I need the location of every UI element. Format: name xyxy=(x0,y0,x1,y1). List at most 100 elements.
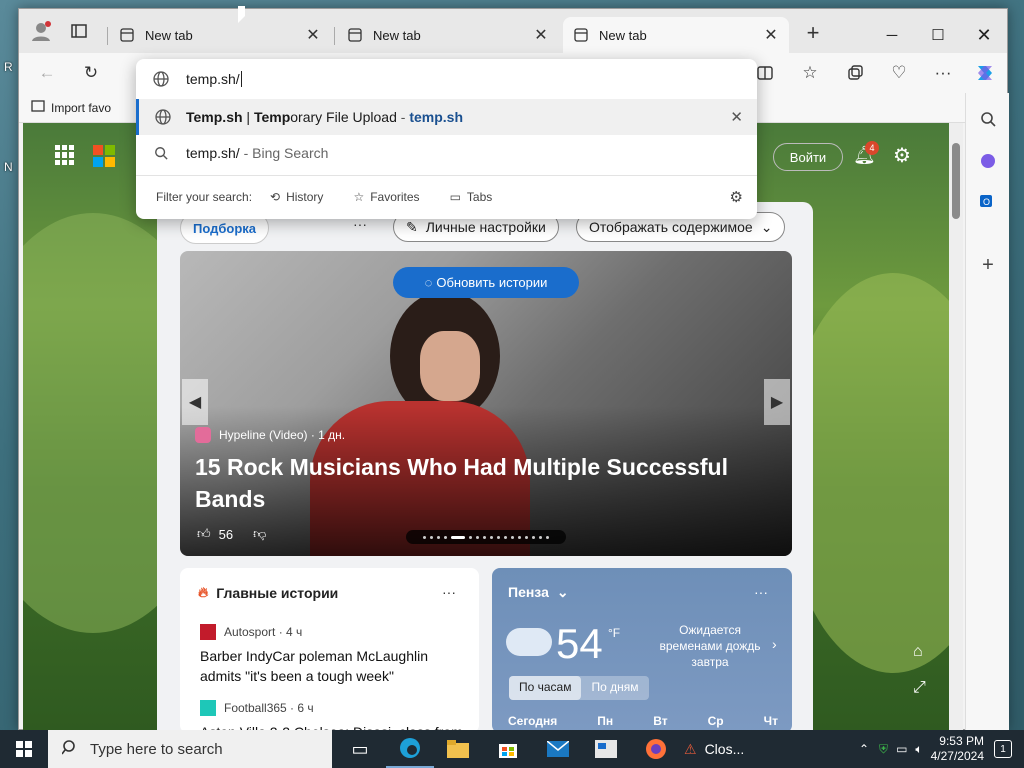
mouse-cursor-icon xyxy=(238,6,245,23)
top-stories-card: 🔥︎ Главные истории ··· Autosport · 4 ч B… xyxy=(180,568,479,731)
divider xyxy=(136,175,757,176)
minimize-button[interactable]: ─ xyxy=(869,17,915,53)
store-icon[interactable] xyxy=(484,730,532,768)
scrollbar-thumb[interactable] xyxy=(952,143,960,219)
filter-tabs-button[interactable]: ▭ Tabs xyxy=(450,190,493,204)
remove-suggestion-icon[interactable]: ✕ xyxy=(730,108,743,126)
search-icon xyxy=(136,146,186,160)
close-icon[interactable]: ✕ xyxy=(305,25,321,45)
tab-actions-icon[interactable] xyxy=(63,17,95,45)
suggestion-rest: orary File Upload xyxy=(290,109,397,125)
weather-unit[interactable]: °F xyxy=(608,626,620,640)
weather-day: Пн xyxy=(597,714,614,728)
outlook-icon[interactable]: O xyxy=(972,185,1004,217)
story-title[interactable]: Barber IndyCar pole­man McLaughlin admit… xyxy=(200,646,470,686)
task-view-icon[interactable]: ▭ xyxy=(336,730,384,768)
system-tray: ⌃ ⛨ ▭ 🔈︎ 9:53 PM 4/27/2024 1 xyxy=(859,730,1024,768)
copilot-icon[interactable] xyxy=(969,59,1001,87)
suggestion-temp-sh[interactable]: Temp.sh | Temp orary File Upload - temp.… xyxy=(136,99,757,135)
profile-avatar-icon[interactable] xyxy=(25,17,57,45)
star-icon: ☆ xyxy=(353,190,365,204)
refresh-icon[interactable]: ↻ xyxy=(75,59,107,87)
volume-icon[interactable]: 🔈︎ xyxy=(915,742,922,757)
address-input-row[interactable]: temp.sh/ xyxy=(136,61,757,97)
hero-title[interactable]: 15 Rock Musicians Who Had Multiple Succe… xyxy=(195,451,755,515)
close-icon[interactable]: ✕ xyxy=(763,25,779,45)
filter-history-button[interactable]: ⟲ History xyxy=(270,190,323,204)
chevron-down-icon: ⌄ xyxy=(556,584,569,600)
chevron-up-icon[interactable]: ⌃ xyxy=(859,742,869,756)
photo-info-icon[interactable]: ⌂ xyxy=(913,643,923,661)
tab-1[interactable]: New tab ✕ xyxy=(109,17,331,53)
network-icon[interactable]: ▭ xyxy=(896,742,907,756)
file-explorer-icon[interactable] xyxy=(434,730,482,768)
daily-tab[interactable]: По дням xyxy=(581,676,648,700)
collections-icon[interactable] xyxy=(839,59,871,87)
edge-taskbar-icon[interactable] xyxy=(386,730,434,768)
weather-forecast[interactable]: Ожидается временами дождь завтра xyxy=(652,622,768,670)
back-arrow-icon[interactable]: ← xyxy=(31,59,63,87)
firefox-icon[interactable] xyxy=(632,730,680,768)
thumbs-up-icon[interactable]: 👍︎ xyxy=(197,526,211,542)
search-settings-gear-icon[interactable]: ⚙︎ xyxy=(730,188,743,206)
apps-grid-icon[interactable] xyxy=(55,145,75,165)
notification-center-icon[interactable]: 1 xyxy=(994,740,1012,758)
sign-in-button[interactable]: Войти xyxy=(773,143,843,171)
hero-story-card[interactable]: ◌ Обновить истории ◀ ▶ Hypeline (Video) … xyxy=(180,251,792,556)
weather-toggle: По часам По дням xyxy=(509,676,649,700)
tab-3-active[interactable]: New tab ✕ xyxy=(563,17,789,53)
football365-logo-icon xyxy=(200,700,216,716)
import-favorites[interactable]: Import favo xyxy=(31,99,111,116)
tabs-icon: ▭ xyxy=(449,190,461,204)
address-input[interactable]: temp.sh/ xyxy=(186,71,240,87)
weather-day: Чт xyxy=(763,714,778,728)
favorites-star-icon[interactable]: ☆ xyxy=(794,59,826,87)
pinned-app-button[interactable]: ⚠︎ Clos... xyxy=(684,730,774,768)
suggestion-dash: - xyxy=(396,109,410,125)
chevron-right-icon[interactable]: › xyxy=(772,636,777,652)
refresh-label: Обновить истории xyxy=(436,275,548,290)
search-icon[interactable] xyxy=(972,103,1004,135)
add-sidebar-app-icon[interactable]: + xyxy=(972,249,1004,281)
close-window-button[interactable]: ✕ xyxy=(961,17,1007,53)
page-scrollbar[interactable] xyxy=(949,123,963,731)
mail-icon[interactable] xyxy=(534,730,582,768)
time-label: 9:53 PM xyxy=(939,734,984,748)
microsoft-logo-icon xyxy=(93,145,115,167)
copilot-sidebar-icon[interactable] xyxy=(972,145,1004,177)
expand-icon[interactable]: ⤢ xyxy=(913,679,926,697)
weather-more-icon[interactable]: ··· xyxy=(754,584,768,600)
new-tab-icon xyxy=(347,27,363,43)
history-label: History xyxy=(286,190,324,204)
new-tab-plus-icon[interactable]: + xyxy=(797,19,829,47)
thumbs-down-icon[interactable]: 👎︎ xyxy=(253,526,266,542)
news-app-icon[interactable] xyxy=(582,730,630,768)
taskbar-search-box[interactable]: Type here to search xyxy=(48,730,332,768)
top-stories-more-icon[interactable]: ··· xyxy=(442,584,456,600)
clock[interactable]: 9:53 PM 4/27/2024 xyxy=(931,734,984,764)
history-icon: ⟲ xyxy=(270,190,281,204)
edge-sidebar: O + xyxy=(965,93,1009,731)
refresh-stories-button[interactable]: ◌ Обновить истории xyxy=(393,267,579,298)
filter-favorites-button[interactable]: ☆ Favorites xyxy=(353,190,419,204)
autosport-logo-icon xyxy=(200,624,216,640)
like-count: 56 xyxy=(218,526,234,542)
refresh-spinner-icon: ◌ xyxy=(424,275,433,290)
close-icon[interactable]: ✕ xyxy=(533,25,549,45)
suggestion-bing-search[interactable]: temp.sh/ - Bing Search xyxy=(136,135,757,171)
hourly-tab[interactable]: По часам xyxy=(509,676,582,700)
carousel-next-button[interactable]: ▶ xyxy=(764,379,790,425)
maximize-button[interactable]: ☐ xyxy=(915,17,961,53)
tab-2[interactable]: New tab ✕ xyxy=(337,17,559,53)
weather-card[interactable]: Пенза ⌄ ··· 54 °F Ожидается временами до… xyxy=(492,568,792,731)
start-windows-icon[interactable] xyxy=(0,730,48,768)
more-menu-icon[interactable]: ··· xyxy=(927,59,959,87)
weather-location[interactable]: Пенза ⌄ xyxy=(508,584,569,601)
settings-gear-icon[interactable]: ⚙︎ xyxy=(893,143,917,167)
favorites-label: Favorites xyxy=(370,190,420,204)
security-shield-icon[interactable]: ⛨ xyxy=(879,742,888,757)
carousel-prev-button[interactable]: ◀ xyxy=(182,379,208,425)
browser-essentials-icon[interactable]: ♡ xyxy=(883,59,915,87)
weather-days: Сегодня Пн Вт Ср Чт xyxy=(508,714,778,728)
carousel-dots[interactable] xyxy=(406,530,566,544)
